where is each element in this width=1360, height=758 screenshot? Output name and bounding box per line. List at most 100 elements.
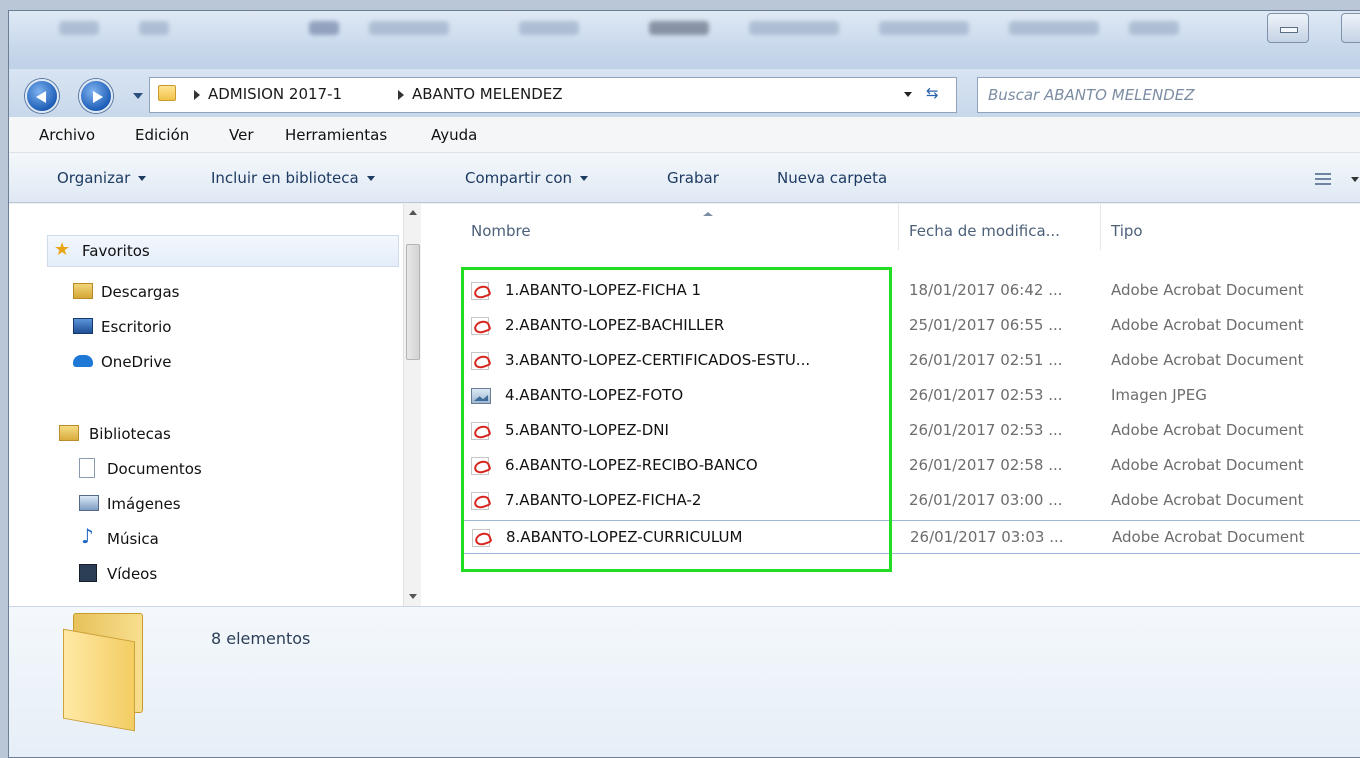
address-bar[interactable]: ADMISION 2017-1 ABANTO MELENDEZ ⇆ bbox=[149, 77, 957, 113]
file-type: Adobe Acrobat Document bbox=[1112, 528, 1305, 546]
file-date: 26/01/2017 02:51 ... bbox=[909, 351, 1063, 369]
sidebar-item-label: Bibliotecas bbox=[89, 425, 171, 443]
menu-archivo[interactable]: Archivo bbox=[39, 126, 95, 144]
libraries-icon bbox=[59, 425, 79, 441]
sidebar-item-bibliotecas[interactable]: Bibliotecas bbox=[59, 421, 379, 449]
minimize-icon bbox=[1280, 27, 1298, 33]
minimize-button[interactable] bbox=[1267, 13, 1309, 43]
folder-front-shape bbox=[63, 628, 135, 732]
scroll-thumb[interactable] bbox=[406, 244, 420, 360]
chevron-down-icon bbox=[580, 176, 589, 181]
menu-ver[interactable]: Ver bbox=[229, 126, 254, 144]
file-type: Adobe Acrobat Document bbox=[1111, 456, 1304, 474]
onedrive-icon bbox=[73, 355, 93, 367]
column-header-type[interactable]: Tipo bbox=[1101, 204, 1360, 250]
breadcrumb-item[interactable]: ADMISION 2017-1 bbox=[208, 85, 342, 103]
scroll-up-icon[interactable] bbox=[409, 210, 417, 215]
sidebar-item-musica[interactable]: ♪ Música bbox=[79, 526, 379, 554]
file-date: 26/01/2017 02:58 ... bbox=[909, 456, 1063, 474]
large-folder-icon bbox=[59, 613, 155, 732]
file-date: 26/01/2017 03:03 ... bbox=[910, 528, 1064, 546]
green-highlight-box bbox=[461, 267, 892, 572]
menu-bar: Archivo Edición Ver Herramientas Ayuda bbox=[9, 117, 1360, 153]
documents-icon bbox=[79, 458, 95, 478]
breadcrumb-item[interactable]: ABANTO MELENDEZ bbox=[412, 85, 563, 103]
maximize-button[interactable] bbox=[1341, 13, 1360, 43]
details-pane: 8 elementos bbox=[9, 606, 1360, 757]
sidebar-item-onedrive[interactable]: OneDrive bbox=[73, 349, 373, 377]
chevron-right-icon[interactable] bbox=[398, 90, 404, 100]
title-bar bbox=[9, 11, 1360, 69]
file-date: 26/01/2017 03:00 ... bbox=[909, 491, 1063, 509]
view-options-icon[interactable] bbox=[1315, 173, 1331, 185]
sidebar-scrollbar[interactable] bbox=[403, 204, 421, 606]
menu-edicion[interactable]: Edición bbox=[135, 126, 189, 144]
downloads-icon bbox=[73, 283, 93, 299]
file-type: Adobe Acrobat Document bbox=[1111, 316, 1304, 334]
sidebar-item-videos[interactable]: Vídeos bbox=[79, 561, 379, 589]
sidebar-item-label: OneDrive bbox=[101, 353, 172, 371]
share-with-button[interactable]: Compartir con bbox=[465, 169, 589, 187]
forward-button[interactable] bbox=[79, 79, 113, 113]
file-date: 25/01/2017 06:55 ... bbox=[909, 316, 1063, 334]
scroll-down-icon[interactable] bbox=[409, 594, 417, 599]
address-dropdown-icon[interactable] bbox=[904, 92, 912, 97]
file-list: Nombre Fecha de modifica... Tipo 1.ABANT… bbox=[421, 204, 1360, 606]
sidebar-item-label: Imágenes bbox=[107, 495, 181, 513]
blurred-taskbar-strip bbox=[49, 17, 1199, 41]
column-header-label: Tipo bbox=[1111, 222, 1143, 240]
sidebar-item-favoritos[interactable]: ★ Favoritos bbox=[47, 235, 399, 267]
file-date: 26/01/2017 02:53 ... bbox=[909, 421, 1063, 439]
navigation-pane: ★ Favoritos Descargas Escritorio OneDriv… bbox=[9, 204, 421, 606]
organize-label: Organizar bbox=[57, 169, 131, 187]
include-in-library-button[interactable]: Incluir en biblioteca bbox=[211, 169, 375, 187]
desktop-icon bbox=[73, 318, 93, 334]
file-date: 26/01/2017 02:53 ... bbox=[909, 386, 1063, 404]
address-row: ADMISION 2017-1 ABANTO MELENDEZ ⇆ Buscar… bbox=[9, 69, 1360, 117]
chevron-down-icon bbox=[138, 176, 147, 181]
sidebar-item-label: Descargas bbox=[101, 283, 180, 301]
sidebar-item-label: Música bbox=[107, 530, 159, 548]
organize-button[interactable]: Organizar bbox=[57, 169, 147, 187]
file-type: Imagen JPEG bbox=[1111, 386, 1207, 404]
menu-herramientas[interactable]: Herramientas bbox=[285, 126, 387, 144]
sidebar-item-label: Vídeos bbox=[107, 565, 158, 583]
include-label: Incluir en biblioteca bbox=[211, 169, 359, 187]
file-type: Adobe Acrobat Document bbox=[1111, 421, 1304, 439]
command-bar: Organizar Incluir en biblioteca Comparti… bbox=[9, 153, 1360, 203]
menu-ayuda[interactable]: Ayuda bbox=[431, 126, 477, 144]
music-icon: ♪ bbox=[81, 524, 94, 548]
column-header-date[interactable]: Fecha de modifica... bbox=[899, 204, 1101, 250]
explorer-window: ADMISION 2017-1 ABANTO MELENDEZ ⇆ Buscar… bbox=[8, 10, 1360, 758]
item-count: 8 elementos bbox=[211, 629, 311, 648]
sidebar-item-descargas[interactable]: Descargas bbox=[73, 279, 373, 307]
new-folder-button[interactable]: Nueva carpeta bbox=[777, 169, 887, 187]
sidebar-item-label: Favoritos bbox=[82, 242, 150, 260]
search-input[interactable]: Buscar ABANTO MELENDEZ bbox=[977, 77, 1360, 113]
recent-pages-chevron-icon[interactable] bbox=[133, 93, 143, 99]
videos-icon bbox=[79, 564, 97, 582]
pictures-icon bbox=[79, 495, 99, 511]
sidebar-item-escritorio[interactable]: Escritorio bbox=[73, 314, 373, 342]
sidebar-item-label: Escritorio bbox=[101, 318, 172, 336]
sidebar-item-imagenes[interactable]: Imágenes bbox=[79, 491, 379, 519]
file-type: Adobe Acrobat Document bbox=[1111, 281, 1304, 299]
back-button[interactable] bbox=[25, 79, 59, 113]
search-placeholder: Buscar ABANTO MELENDEZ bbox=[988, 86, 1195, 104]
file-type: Adobe Acrobat Document bbox=[1111, 491, 1304, 509]
burn-button[interactable]: Grabar bbox=[667, 169, 719, 187]
column-header-name[interactable]: Nombre bbox=[461, 204, 899, 250]
file-type: Adobe Acrobat Document bbox=[1111, 351, 1304, 369]
sidebar-item-documentos[interactable]: Documentos bbox=[79, 456, 379, 484]
column-header-label: Nombre bbox=[471, 222, 531, 240]
chevron-down-icon[interactable] bbox=[1351, 177, 1359, 182]
share-label: Compartir con bbox=[465, 169, 573, 187]
sort-ascending-icon bbox=[703, 212, 713, 216]
star-icon: ★ bbox=[54, 239, 71, 260]
file-date: 18/01/2017 06:42 ... bbox=[909, 281, 1063, 299]
chevron-right-icon[interactable] bbox=[194, 90, 200, 100]
sidebar-item-label: Documentos bbox=[107, 460, 202, 478]
refresh-icon[interactable]: ⇆ bbox=[926, 84, 939, 102]
chevron-down-icon bbox=[366, 176, 375, 181]
folder-icon bbox=[158, 85, 176, 101]
